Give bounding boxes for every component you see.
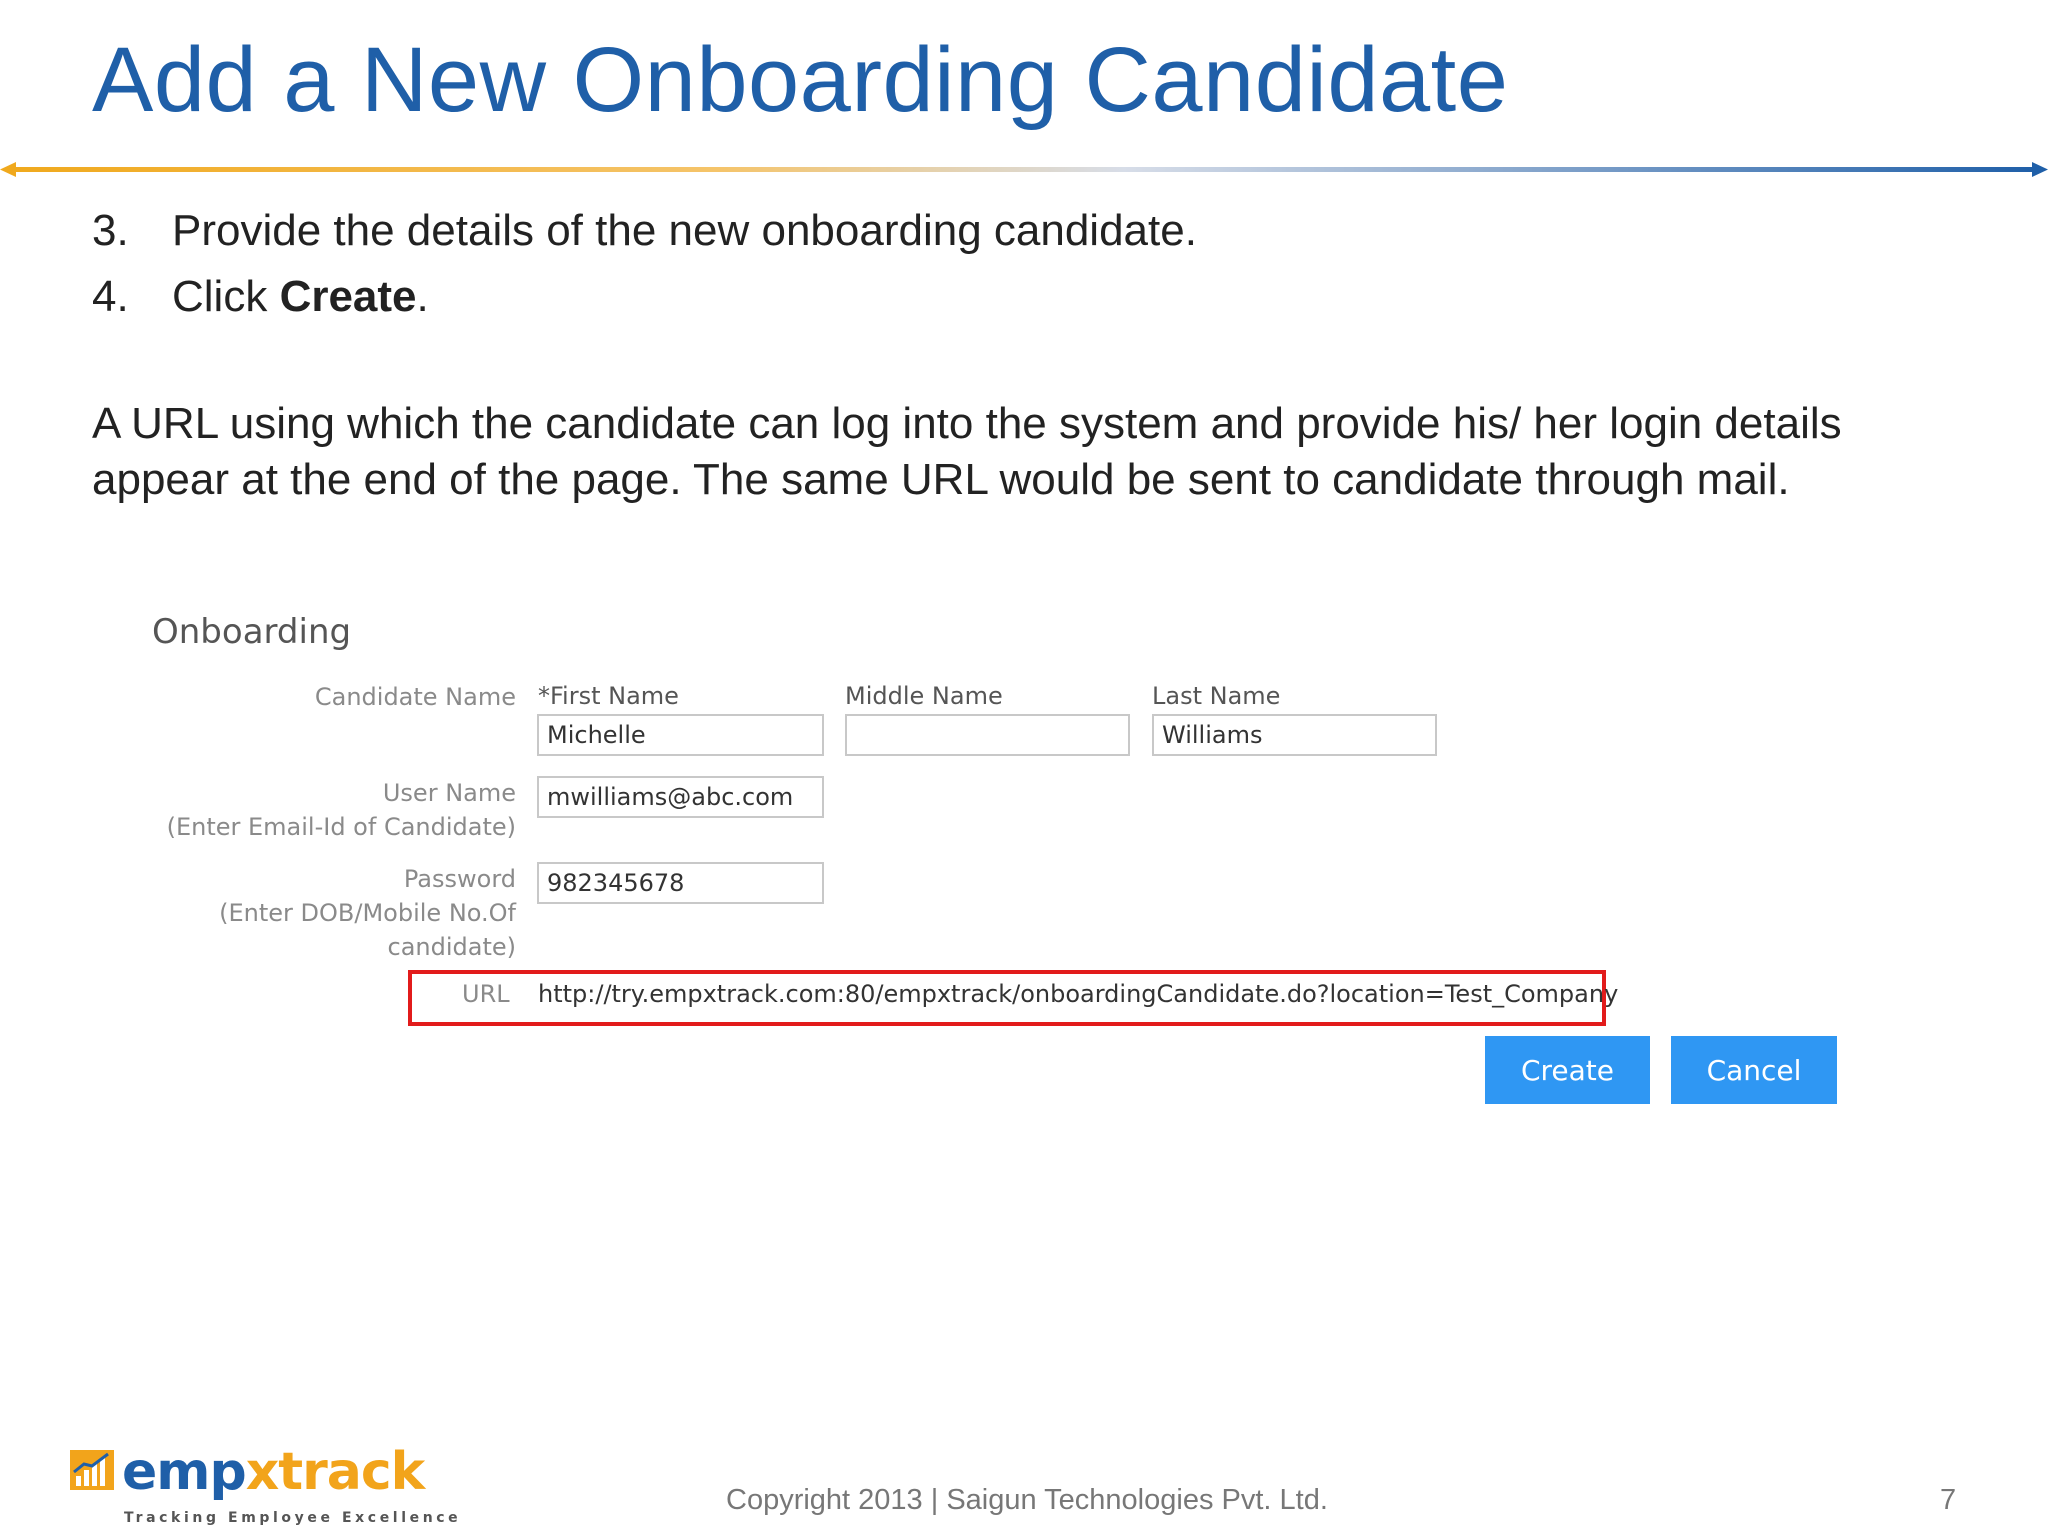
user-name-hint: (Enter Email-Id of Candidate) xyxy=(166,813,516,841)
title-divider xyxy=(0,162,2048,177)
create-button[interactable]: Create xyxy=(1485,1036,1650,1104)
step-item: 3. Provide the details of the new onboar… xyxy=(92,198,1197,264)
step-number: 4. xyxy=(92,272,129,321)
step-list: 3. Provide the details of the new onboar… xyxy=(92,198,1197,330)
copyright-text: Copyright 2013 | Saigun Technologies Pvt… xyxy=(726,1484,1328,1516)
middle-name-label: Middle Name xyxy=(845,682,1003,710)
logo-track-text: xtrack xyxy=(245,1442,426,1502)
step-number: 3. xyxy=(92,206,129,255)
user-name-field[interactable]: mwilliams@abc.com xyxy=(537,776,824,818)
step-text-before: Click xyxy=(172,272,280,321)
step-text-bold: Create xyxy=(279,272,417,321)
step-item: 4. Click Create. xyxy=(92,264,1197,330)
user-name-label: User Name xyxy=(382,779,516,807)
cancel-button[interactable]: Cancel xyxy=(1671,1036,1837,1104)
onboarding-heading: Onboarding xyxy=(152,612,352,652)
step-text-after: . xyxy=(416,272,429,321)
password-hint-continued: candidate) xyxy=(387,933,517,961)
candidate-name-label: Candidate Name xyxy=(314,683,516,711)
logo-emp-text: emp xyxy=(122,1442,247,1502)
password-hint: (Enter DOB/Mobile No.Of xyxy=(219,899,516,927)
divider-left-arrow-icon xyxy=(0,162,16,177)
candidate-url-link[interactable]: http://try.empxtrack.com:80/empxtrack/on… xyxy=(538,980,1618,1008)
first-name-field[interactable]: Michelle xyxy=(537,714,824,756)
password-label: Password xyxy=(403,865,516,893)
step-text: Provide the details of the new onboardin… xyxy=(172,206,1197,255)
last-name-label: Last Name xyxy=(1152,682,1281,710)
logo-chart-icon xyxy=(70,1450,114,1490)
middle-name-field[interactable] xyxy=(845,714,1130,756)
url-label: URL xyxy=(462,980,510,1008)
first-name-label: *First Name xyxy=(538,682,679,710)
page-number: 7 xyxy=(1940,1484,1957,1516)
divider-right-arrow-icon xyxy=(2032,162,2048,177)
slide-title: Add a New Onboarding Candidate xyxy=(92,29,1509,131)
logo-wordmark: empxtrack xyxy=(122,1442,426,1502)
last-name-field[interactable]: Williams xyxy=(1152,714,1437,756)
logo-tagline: Tracking Employee Excellence xyxy=(124,1510,462,1526)
password-field[interactable]: 982345678 xyxy=(537,862,824,904)
description-paragraph: A URL using which the candidate can log … xyxy=(92,399,1842,504)
